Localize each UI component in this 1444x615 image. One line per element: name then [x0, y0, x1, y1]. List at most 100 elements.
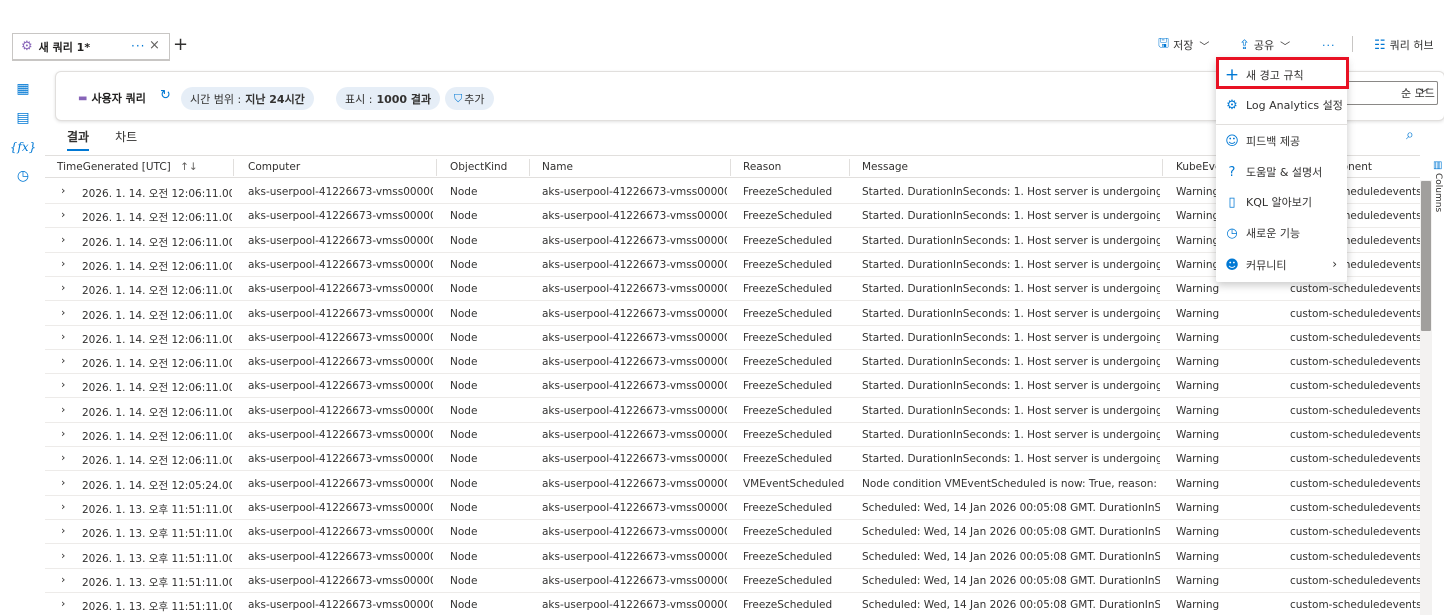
cell-reason: FreezeScheduled	[743, 210, 833, 223]
expand-row-icon[interactable]: ›	[61, 354, 65, 367]
cell-name: aks-userpool-41226673-vmss000001	[542, 283, 727, 296]
highlight-box	[1216, 57, 1349, 89]
tab-more-button[interactable]: ···	[131, 39, 145, 53]
cell-objectkind: Node	[450, 477, 478, 490]
search-icon[interactable]: ⌕	[1406, 127, 1414, 143]
tab-results[interactable]: 결과	[67, 128, 90, 151]
cell-timegenerated: 2026. 1. 14. 오전 12:06:11.000	[82, 431, 232, 443]
scrollbar-thumb[interactable]	[1421, 181, 1431, 331]
table-row[interactable]: › 2026. 1. 14. 오전 12:06:11.000 aks-userpoo…	[45, 326, 1420, 350]
cell-message: Started. DurationInSeconds: 1. Host serv…	[862, 234, 1160, 247]
cell-component: custom-scheduledevents-co	[1290, 307, 1420, 320]
cell-kubeevent: Warning	[1176, 429, 1220, 441]
expand-row-icon[interactable]: ›	[61, 476, 65, 489]
cell-message: Scheduled: Wed, 14 Jan 2026 00:05:08 GMT…	[862, 574, 1160, 587]
user-query-icon: ▬	[78, 92, 88, 104]
column-header-objectkind[interactable]: ObjectKind	[450, 161, 507, 173]
table-row[interactable]: › 2026. 1. 14. 오전 12:06:11.000 aks-userpoo…	[45, 399, 1420, 423]
column-header-message[interactable]: Message	[862, 161, 908, 173]
column-header-reason[interactable]: Reason	[743, 161, 781, 173]
tab-close-button[interactable]: ×	[149, 38, 160, 53]
query-hub-icon: ☷	[1374, 37, 1386, 53]
queries-icon[interactable]: ▤	[14, 109, 32, 127]
menu-item-learn-kql[interactable]: ▯ KQL 알아보기	[1216, 188, 1347, 216]
refresh-icon[interactable]: ↻	[160, 88, 171, 103]
cell-timegenerated: 2026. 1. 14. 오전 12:06:11.000	[82, 406, 232, 419]
mode-select[interactable]: 순 모드 ﹀	[1342, 81, 1438, 105]
cell-name: aks-userpool-41226673-vmss000001	[542, 307, 727, 320]
chevron-right-icon: ›	[1332, 257, 1337, 271]
query-tab[interactable]: ⚙ 새 쿼리 1* ··· ×	[12, 33, 170, 61]
cell-computer: aks-userpool-41226673-vmss000001	[248, 453, 433, 466]
table-row[interactable]: › 2026. 1. 14. 오전 12:06:11.000 aks-userpoo…	[45, 180, 1420, 204]
expand-row-icon[interactable]: ›	[61, 451, 65, 464]
menu-item-whats-new[interactable]: ◷ 새로운 기능	[1216, 219, 1347, 247]
expand-row-icon[interactable]: ›	[61, 233, 65, 246]
expand-row-icon[interactable]: ›	[61, 597, 65, 610]
cell-component: custom-scheduledevents-co	[1290, 501, 1420, 514]
add-filter-pill[interactable]: ⛉ 추가	[445, 87, 494, 110]
table-row[interactable]: › 2026. 1. 14. 오전 12:06:11.000 aks-userpoo…	[45, 423, 1420, 447]
query-hub-button[interactable]: ☷ 쿼리 허브	[1374, 36, 1434, 54]
expand-row-icon[interactable]: ›	[61, 306, 65, 319]
expand-row-icon[interactable]: ›	[61, 403, 65, 416]
expand-row-icon[interactable]: ›	[61, 257, 65, 270]
history-icon[interactable]: ◷	[14, 167, 32, 185]
table-row[interactable]: › 2026. 1. 14. 오전 12:06:11.000 aks-userpoo…	[45, 302, 1420, 326]
expand-row-icon[interactable]: ›	[61, 281, 65, 294]
cell-timegenerated: 2026. 1. 14. 오전 12:06:11.000	[82, 236, 232, 249]
cell-objectkind: Node	[450, 234, 478, 247]
expand-row-icon[interactable]: ›	[61, 573, 65, 586]
sort-icon[interactable]: ↑↓	[180, 161, 198, 173]
add-tab-button[interactable]: +	[173, 34, 188, 55]
query-title-label: 사용자 쿼리	[91, 92, 146, 105]
expand-row-icon[interactable]: ›	[61, 184, 65, 197]
cell-name: aks-userpool-41226673-vmss000001	[542, 234, 727, 247]
cell-computer: aks-userpool-41226673-vmss000001	[248, 210, 433, 223]
table-row[interactable]: › 2026. 1. 14. 오전 12:06:11.000 aks-userpoo…	[45, 447, 1420, 472]
tables-icon[interactable]: ▦	[14, 80, 32, 98]
menu-item-log-analytics-settings[interactable]: ⚙ Log Analytics 설정	[1216, 91, 1347, 119]
expand-row-icon[interactable]: ›	[61, 330, 65, 343]
expand-row-icon[interactable]: ›	[61, 549, 65, 562]
time-range-pill[interactable]: 시간 범위 : 지난 24시간	[181, 87, 314, 110]
menu-item-help[interactable]: ? 도움말 & 설명서	[1216, 158, 1347, 186]
table-row[interactable]: › 2026. 1. 13. 오후 11:51:11.000 aks-userpoo…	[45, 520, 1420, 545]
cell-component: custom-scheduledevents-co	[1290, 526, 1420, 539]
cell-message: Started. DurationInSeconds: 1. Host serv…	[862, 453, 1160, 466]
table-row[interactable]: › 2026. 1. 14. 오전 12:06:11.000 aks-userpoo…	[45, 229, 1420, 253]
expand-row-icon[interactable]: ›	[61, 378, 65, 391]
column-header-kubeevent[interactable]: KubeEve	[1176, 161, 1221, 173]
column-header-timegenerated[interactable]: TimeGenerated [UTC] ↑↓	[57, 161, 198, 173]
show-results-pill[interactable]: 표시 : 1000 결과	[336, 87, 441, 110]
share-button[interactable]: ⇪ 공유 ﹀	[1239, 36, 1290, 54]
more-button[interactable]: ···	[1322, 36, 1336, 54]
expand-row-icon[interactable]: ›	[61, 524, 65, 537]
expand-row-icon[interactable]: ›	[61, 427, 65, 440]
time-range-value: 지난 24시간	[245, 92, 305, 106]
table-row[interactable]: › 2026. 1. 14. 오전 12:06:11.000 aks-userpoo…	[45, 204, 1420, 229]
table-row[interactable]: › 2026. 1. 13. 오후 11:51:11.000 aks-userpoo…	[45, 545, 1420, 569]
save-button[interactable]: 🖫 저장 ﹀	[1158, 36, 1209, 54]
table-row[interactable]: › 2026. 1. 14. 오전 12:06:11.000 aks-userpoo…	[45, 374, 1420, 399]
table-row[interactable]: › 2026. 1. 13. 오후 11:51:11.000 aks-userpoo…	[45, 593, 1420, 615]
query-tab-label: 새 쿼리 1*	[38, 40, 91, 54]
column-divider	[1162, 159, 1163, 176]
table-row[interactable]: › 2026. 1. 13. 오후 11:51:11.000 aks-userpoo…	[45, 496, 1420, 520]
menu-item-feedback[interactable]: ☺ 피드백 제공	[1216, 127, 1347, 155]
table-row[interactable]: › 2026. 1. 13. 오후 11:51:11.000 aks-userpoo…	[45, 569, 1420, 593]
tab-chart[interactable]: 차트	[115, 128, 137, 151]
table-row[interactable]: › 2026. 1. 14. 오전 12:06:11.000 aks-userpoo…	[45, 277, 1420, 302]
column-header-computer[interactable]: Computer	[248, 161, 300, 173]
expand-row-icon[interactable]: ›	[61, 500, 65, 513]
menu-item-community[interactable]: ☻ 커뮤니티 ›	[1216, 251, 1347, 279]
table-row[interactable]: › 2026. 1. 14. 오전 12:06:11.000 aks-userpoo…	[45, 350, 1420, 375]
column-header-name[interactable]: Name	[542, 161, 573, 173]
functions-icon[interactable]: {fx}	[10, 138, 36, 156]
expand-row-icon[interactable]: ›	[61, 208, 65, 221]
cell-reason: FreezeScheduled	[743, 331, 833, 344]
table-row[interactable]: › 2026. 1. 14. 오전 12:06:11.000 aks-userpoo…	[45, 253, 1420, 277]
columns-panel-toggle[interactable]: ▥ Columns	[1433, 160, 1444, 215]
table-row[interactable]: › 2026. 1. 14. 오전 12:05:24.000 aks-userpoo…	[45, 472, 1420, 496]
cell-computer: aks-userpool-41226673-vmss000001	[248, 501, 433, 514]
